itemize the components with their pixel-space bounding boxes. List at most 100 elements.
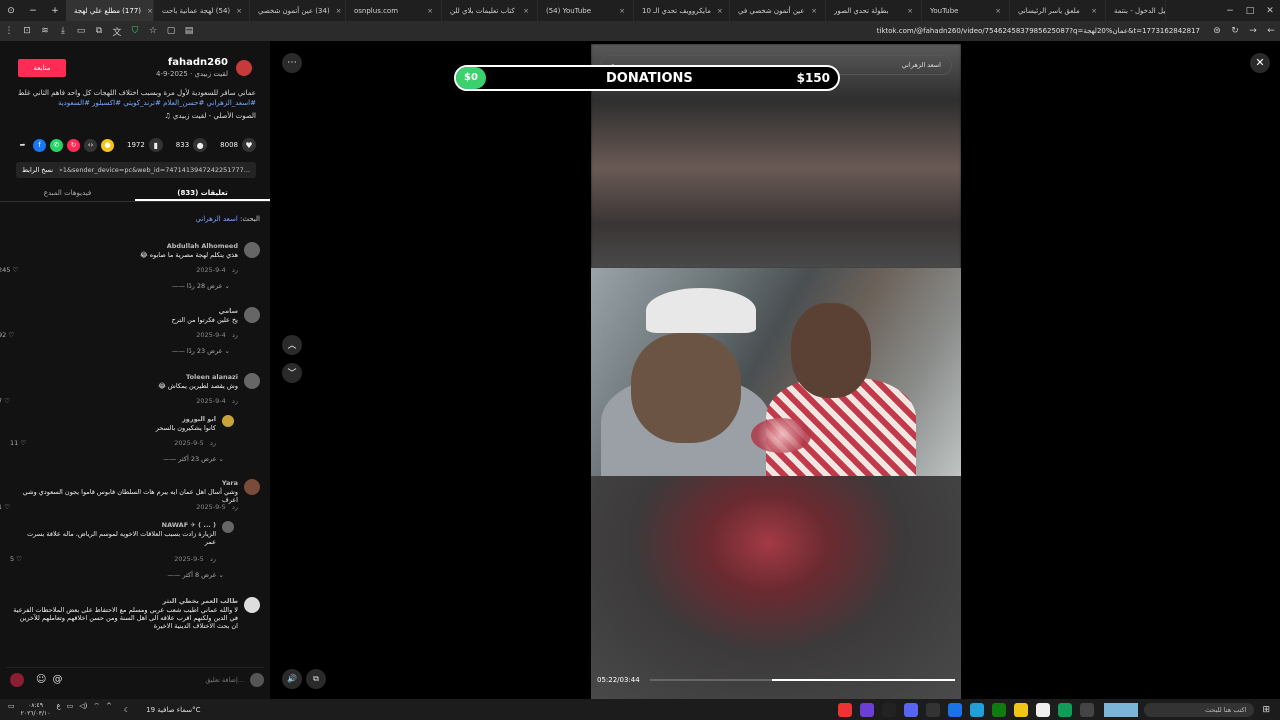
clock[interactable]: ٠٨:٤٩ ٢٠٢٦/٠٣/١٠ xyxy=(21,702,51,718)
tab-7[interactable]: عين أتمون شخصي في × xyxy=(730,0,826,21)
volume-button[interactable]: 🔊 xyxy=(282,669,302,689)
mention-icon[interactable]: @ xyxy=(52,674,62,685)
tab-11[interactable]: تسجيل الدخول - بنتمة xyxy=(1106,0,1166,21)
screenshot-icon[interactable]: ▭ xyxy=(72,26,90,36)
comment-like[interactable]: 5 ♡ xyxy=(10,555,22,563)
site-info-icon[interactable]: ⊜ xyxy=(1208,26,1226,36)
xbox-icon[interactable] xyxy=(992,702,1007,717)
emoji-icon[interactable]: ☺ xyxy=(36,674,46,685)
comment-input[interactable] xyxy=(68,675,244,684)
new-tab-button[interactable]: + xyxy=(44,6,66,16)
commenter-name[interactable]: Yara xyxy=(222,479,238,487)
menu-dots-icon[interactable]: ⋮ xyxy=(0,26,18,36)
maximize-icon[interactable]: □ xyxy=(1240,6,1260,16)
close-tab-icon[interactable]: × xyxy=(717,7,723,15)
commenter-name[interactable]: سامي xyxy=(219,307,238,315)
tab-icon[interactable]: ▢ xyxy=(162,26,180,36)
start-button[interactable]: ⊞ xyxy=(1262,705,1270,715)
close-tab-icon[interactable]: × xyxy=(1091,7,1097,15)
progress-track[interactable] xyxy=(649,679,955,681)
commenter-avatar[interactable] xyxy=(244,597,260,613)
share-link[interactable]: ...pp=1&sender_device=pc&web_id=74714139… xyxy=(60,166,256,174)
whatsapp-icon[interactable]: ✆ xyxy=(50,138,63,152)
commenter-avatar[interactable] xyxy=(222,415,234,427)
reply-button[interactable]: رد xyxy=(232,331,238,339)
translate-icon[interactable]: 文 xyxy=(108,25,126,38)
next-video-button[interactable]: ﹀ xyxy=(282,363,302,383)
shield-icon[interactable]: ⛉ xyxy=(126,26,144,36)
app-icon[interactable] xyxy=(948,702,963,717)
close-tab-icon[interactable]: × xyxy=(523,7,529,15)
like-stat[interactable]: 8008 ♥ xyxy=(220,138,256,152)
close-tab-icon[interactable]: × xyxy=(427,7,433,15)
close-window-icon[interactable]: ✕ xyxy=(1260,6,1280,16)
tab-comments[interactable]: تعليقات (833) xyxy=(135,184,270,201)
discord-icon[interactable] xyxy=(904,702,919,717)
comment-like[interactable]: 1 ♡ xyxy=(0,503,10,511)
more-options-button[interactable]: ⋯ xyxy=(282,53,302,73)
caption-hashtags[interactable]: #اسعد_الزهراني #حسن_العلام #ترند_كويتي #… xyxy=(58,99,256,107)
app-icon[interactable] xyxy=(838,702,853,717)
repost-icon[interactable]: ↻ xyxy=(67,138,80,152)
tab-5[interactable]: (54) YouTube × xyxy=(538,0,634,21)
video-player[interactable] xyxy=(591,44,961,699)
refresh-icon[interactable]: ↻ xyxy=(1226,26,1244,36)
author-avatar[interactable] xyxy=(236,60,252,76)
app-icon[interactable] xyxy=(1036,702,1051,717)
comment-like[interactable]: 245 ♡ xyxy=(0,266,18,274)
view-replies-button[interactable]: —— عرض 23 أكثر ⌄ xyxy=(163,455,224,463)
reply-button[interactable]: رد xyxy=(210,555,216,563)
read-mode-icon[interactable]: ▤ xyxy=(180,26,198,36)
tab-4[interactable]: كتاب تعليمات بلاي للن × xyxy=(442,0,538,21)
send-button[interactable] xyxy=(10,672,24,687)
close-tab-icon[interactable]: × xyxy=(336,7,342,15)
back-icon[interactable]: ← xyxy=(1262,26,1280,36)
picture-in-picture-button[interactable]: ⧉ xyxy=(306,669,326,689)
save-stat[interactable]: 1972 ▮ xyxy=(127,138,163,152)
download-icon[interactable]: ⤓ xyxy=(54,26,72,36)
commenter-name[interactable]: Abdullah Alhomeed xyxy=(167,242,238,250)
comment-stat[interactable]: 833 ● xyxy=(176,138,208,152)
search-query-link[interactable]: اسعد الزهراني xyxy=(196,215,238,223)
minimize-icon[interactable]: − xyxy=(1220,6,1240,16)
commenter-name[interactable]: Toleen alanazi xyxy=(186,373,238,381)
close-tab-icon[interactable]: × xyxy=(236,7,242,15)
commenter-name[interactable]: طالب العمر بخطي النثر xyxy=(163,597,238,605)
commenter-avatar[interactable] xyxy=(244,242,260,258)
reply-button[interactable]: رد xyxy=(210,439,216,447)
coin-icon[interactable]: ● xyxy=(101,138,114,152)
tab-8[interactable]: بطولة تحدي الصور × xyxy=(826,0,922,21)
collections-icon[interactable]: ⧉ xyxy=(90,26,108,36)
commenter-name[interactable]: NAWAF ✈ ( ... ) xyxy=(162,521,216,529)
forward-icon[interactable]: → xyxy=(1244,26,1262,36)
previous-video-button[interactable]: ︿ xyxy=(282,335,302,355)
tab-9[interactable]: YouTube × xyxy=(922,0,1010,21)
view-replies-button[interactable]: —— عرض 8 أكثر ⌄ xyxy=(167,571,224,579)
tray-expand-icon[interactable]: ^ xyxy=(106,702,112,718)
language-icon[interactable]: ع xyxy=(56,702,60,718)
close-tab-icon[interactable]: × xyxy=(907,7,913,15)
app-icon[interactable] xyxy=(882,702,897,717)
taskbar-search[interactable]: اكتب هنا للبحث xyxy=(1144,702,1255,717)
commenter-avatar[interactable] xyxy=(222,521,234,533)
tab-1[interactable]: ‏(54) لهجة عمانية باحت × xyxy=(154,0,250,21)
notification-icon[interactable]: ▭ xyxy=(8,702,15,718)
battery-icon[interactable]: ▭ xyxy=(67,702,74,718)
view-replies-button[interactable]: —— عرض 28 ردًا ⌄ xyxy=(172,282,230,290)
copy-link-button[interactable]: نسخ الرابط xyxy=(16,166,61,174)
app-icon[interactable] xyxy=(926,702,941,717)
wifi-icon[interactable]: ⌔ xyxy=(93,702,100,718)
embed-icon[interactable]: ‹› xyxy=(84,138,97,152)
speaker-icon[interactable]: ◁) xyxy=(79,702,87,718)
reading-list-icon[interactable]: ≋ xyxy=(36,26,54,36)
url-field[interactable]: tiktok.com/@fahadn260/video/754624583798… xyxy=(198,27,1208,35)
follow-button[interactable]: متابعة xyxy=(18,59,66,77)
file-explorer-icon[interactable] xyxy=(1014,702,1029,717)
tab-2[interactable]: ‏(34) عين أتمون شخصي × xyxy=(250,0,346,21)
sound-link[interactable]: ♫ الصوت الأصلي - لقيت زبيدي xyxy=(164,112,256,120)
tab-3[interactable]: osnplus.com × xyxy=(346,0,442,21)
extensions-icon[interactable]: ⊡ xyxy=(18,26,36,36)
commenter-avatar[interactable] xyxy=(244,307,260,323)
reply-button[interactable]: رد xyxy=(232,397,238,405)
tab-0[interactable]: ‏(177) ‏مطلع علي لهجة × xyxy=(66,0,154,21)
